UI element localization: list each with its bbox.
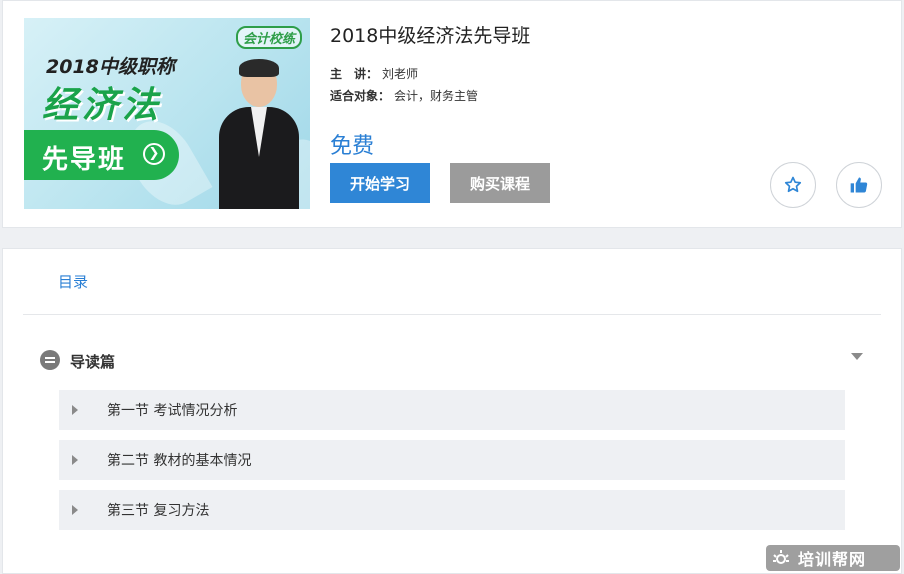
watermark: 培训帮网 [766,545,900,571]
audience-row: 适合对象： 会计，财务主管 [330,87,478,104]
lesson-title: 第三节 复习方法 [107,503,210,519]
lesson-title: 第一节 考试情况分析 [107,403,238,419]
brand-logo: 会计校练 [235,26,302,49]
like-button[interactable] [836,162,882,208]
caret-right-icon [72,405,78,415]
section-list-icon [40,350,60,370]
tab-catalog[interactable]: 目录 [58,271,88,292]
lecturer-row: 主 讲： 刘老师 [330,65,418,82]
lecturer-label: 主 讲： [330,67,379,81]
course-header-card: 会计校练 2018中级职称 经济法 先导班 ❯ 2018中级经济法先导班 主 讲… [2,0,902,228]
banner-subtitle: 2018中级职称 [46,56,175,78]
lecturer-name: 刘老师 [382,67,419,81]
buy-course-button[interactable]: 购买课程 [450,163,550,203]
lesson-title: 第二节 教材的基本情况 [107,453,252,469]
catalog-card: 目录 导读篇 第一节 考试情况分析 第二节 教材的基本情况 第三节 复习方法 [2,248,902,574]
audience-value: 会计，财务主管 [394,89,479,103]
course-banner-image[interactable]: 会计校练 2018中级职称 经济法 先导班 ❯ [24,18,310,209]
lesson-item[interactable]: 第三节 复习方法 [59,490,845,530]
audience-label: 适合对象： [330,89,391,103]
sun-icon [773,550,789,564]
chevron-right-icon: ❯ [143,143,165,165]
caret-right-icon [72,505,78,515]
lesson-item[interactable]: 第一节 考试情况分析 [59,390,845,430]
start-learning-button[interactable]: 开始学习 [330,163,430,203]
star-icon [784,176,802,193]
lesson-item[interactable]: 第二节 教材的基本情况 [59,440,845,480]
banner-pill: 先导班 ❯ [24,130,179,180]
course-price: 免费 [330,134,375,159]
caret-right-icon [72,455,78,465]
favorite-button[interactable] [770,162,816,208]
banner-pill-label: 先导班 [42,145,127,175]
caret-down-icon[interactable] [851,353,863,360]
thumbs-up-icon [850,177,868,193]
banner-title: 经济法 [42,85,163,126]
course-title: 2018中级经济法先导班 [330,25,531,47]
teacher-photo [219,59,299,209]
watermark-text: 培训帮网 [798,550,867,569]
section-title[interactable]: 导读篇 [70,351,115,372]
divider [23,314,881,315]
